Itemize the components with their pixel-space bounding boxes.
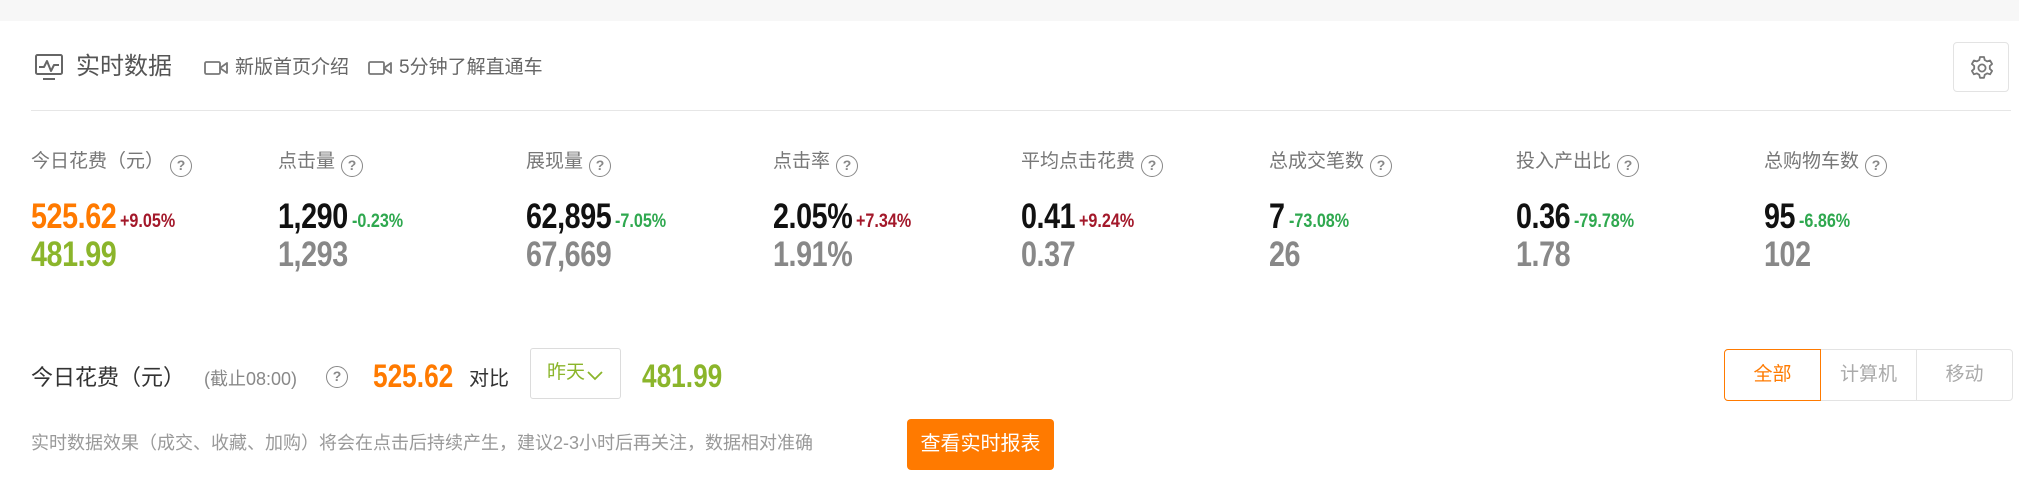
monitor-chart-icon [34,52,64,82]
metric-delta-total-cart: -6.86% [1799,211,1851,232]
metric-delta-roi: -79.78% [1574,211,1635,232]
video-camera-icon [368,61,392,75]
metric-delta-impressions: -7.05% [615,211,667,232]
chevron-down-icon [587,371,603,381]
metric-label-text: 总购物车数 [1764,151,1860,172]
tutorial-video-link[interactable]: 5分钟了解直通车 [368,53,558,83]
metric-label-text: 点击率 [773,151,831,172]
metric-label-total-cart: 总购物车数? [1764,149,1888,177]
metric-value-today-spend: 525.62 [31,197,117,236]
view-realtime-report-button[interactable]: 查看实时报表 [907,419,1054,470]
metric-value-clicks: 1,290 [278,197,348,236]
intro-video-label: 新版首页介绍 [235,57,350,78]
metric-delta-total-orders: -73.08% [1288,211,1349,232]
metric-label-text: 平均点击花费 [1021,151,1136,172]
video-camera-icon [204,61,228,75]
help-icon[interactable]: ? [589,155,612,177]
metric-compare-total-orders: 26 [1269,235,1301,274]
page-title: 实时数据 [76,53,172,80]
spend-cutoff: (截止08:00) [204,369,298,389]
metric-value-avg-cpc: 0.41 [1021,197,1076,236]
metric-delta-avg-cpc: +9.24% [1079,211,1135,232]
metric-label-text: 今日花费（元） [31,151,165,172]
tutorial-video-label: 5分钟了解直通车 [399,57,543,78]
metric-delta-clicks: -0.23% [351,211,403,232]
metric-value-impressions: 62,895 [526,197,612,236]
metric-compare-avg-cpc: 0.37 [1021,235,1076,274]
help-icon[interactable]: ? [1617,155,1640,177]
compare-period-value: 昨天 [547,362,586,383]
settings-button[interactable] [1953,42,2009,92]
metric-value-ctr: 2.05% [773,197,853,236]
metric-delta-ctr: +7.34% [856,211,912,232]
metric-label-impressions: 展现量? [526,149,612,177]
metric-compare-roi: 1.78 [1516,235,1571,274]
help-icon[interactable]: ? [1141,155,1164,177]
metric-label-text: 总成交笔数 [1269,151,1365,172]
help-icon[interactable]: ? [1370,155,1393,177]
tab-mobile[interactable]: 移动 [1916,349,2013,401]
compare-period-select[interactable]: 昨天 [530,348,621,399]
gear-icon [1971,56,1993,79]
metric-compare-ctr: 1.91% [773,235,853,274]
metric-label-roi: 投入产出比? [1516,149,1640,177]
help-icon[interactable]: ? [341,155,364,177]
metric-compare-total-cart: 102 [1764,235,1811,274]
metric-value-roi: 0.36 [1516,197,1571,236]
metric-compare-today-spend: 481.99 [31,235,117,274]
metric-label-avg-cpc: 平均点击花费? [1021,149,1164,177]
metric-compare-impressions: 67,669 [526,235,612,274]
intro-video-link[interactable]: 新版首页介绍 [204,53,364,83]
header-divider [31,110,2011,111]
metric-label-today-spend: 今日花费（元）? [31,149,193,177]
spend-value: 525.62 [373,358,454,394]
metric-label-text: 点击量 [278,151,336,172]
help-icon[interactable]: ? [1865,155,1888,177]
data-delay-notice: 实时数据效果（成交、收藏、加购）将会在点击后持续产生，建议2-3小时后再关注，数… [31,433,814,453]
help-icon[interactable]: ? [170,155,193,177]
help-icon[interactable]: ? [836,155,859,177]
metric-label-total-orders: 总成交笔数? [1269,149,1393,177]
top-strip [0,0,2019,21]
metric-value-total-cart: 95 [1764,197,1796,236]
compare-value: 481.99 [642,358,723,394]
tab-computer[interactable]: 计算机 [1820,349,1917,401]
spend-help-icon[interactable]: ? [326,365,348,388]
metric-label-clicks: 点击量? [278,149,364,177]
metric-compare-clicks: 1,293 [278,235,348,274]
metric-label-text: 展现量 [526,151,584,172]
tab-all[interactable]: 全部 [1724,349,1821,401]
metric-delta-today-spend: +9.05% [120,211,176,232]
compare-label: 对比 [469,368,509,390]
metric-label-text: 投入产出比 [1516,151,1612,172]
metric-value-total-orders: 7 [1269,197,1285,236]
metric-label-ctr: 点击率? [773,149,859,177]
spend-label: 今日花费（元） [31,365,186,390]
